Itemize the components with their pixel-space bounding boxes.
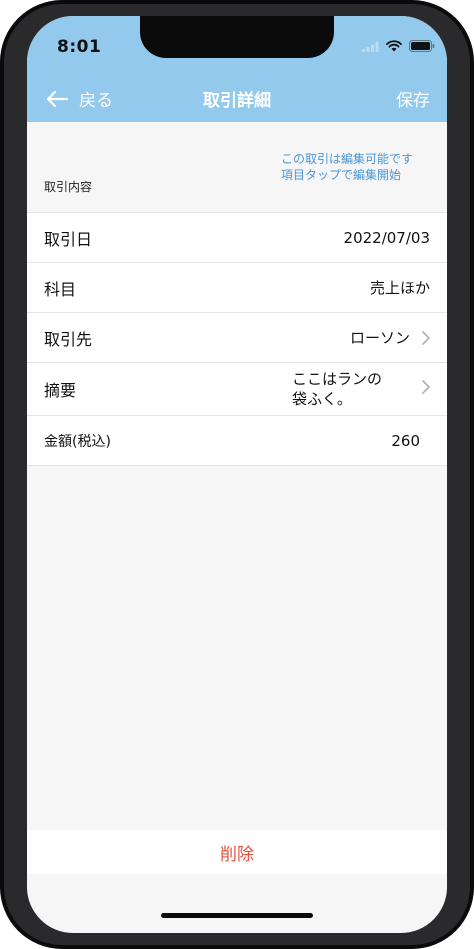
list-divider (27, 465, 447, 466)
memo-label: 摘要 (44, 381, 77, 400)
phone-frame: 8:01 戻る 取引詳細 保存 取引内容 この取引は編集可能です 項目タップで編… (0, 0, 474, 949)
memo-value-line2: 袋ふく。 (292, 390, 353, 408)
amount-value: 260 (391, 431, 420, 450)
edit-hint-line2: 項目タップで編集開始 (281, 168, 402, 182)
amount-label: 金額(税込) (44, 433, 111, 450)
partner-value: ローソン (349, 329, 410, 347)
transaction-fields: 取引日 2022/07/03 科目 売上ほか 取引先 ローソン 摘要 ここはラン… (27, 212, 447, 466)
date-label: 取引日 (44, 229, 93, 249)
date-row[interactable]: 取引日 2022/07/03 (27, 212, 447, 262)
section-label: 取引内容 (44, 180, 93, 194)
partner-label: 取引先 (44, 329, 93, 349)
amount-row[interactable]: 金額(税込) 260 (27, 415, 447, 465)
status-time: 8:01 (57, 37, 102, 57)
save-button[interactable]: 保存 (396, 86, 430, 111)
partner-row[interactable]: 取引先 ローソン (27, 312, 447, 362)
home-indicator[interactable] (161, 913, 313, 918)
chevron-right-icon (422, 379, 430, 398)
page-title: 取引詳細 (203, 91, 271, 111)
memo-value: ここはランの 袋ふく。 (292, 369, 412, 409)
memo-row[interactable]: 摘要 ここはランの 袋ふく。 (27, 362, 447, 415)
account-label: 科目 (44, 279, 77, 299)
signal-icon (362, 41, 379, 52)
account-row[interactable]: 科目 売上ほか (27, 262, 447, 312)
notch (140, 16, 334, 58)
edit-hint: この取引は編集可能です 項目タップで編集開始 (281, 151, 431, 183)
account-value: 売上ほか (369, 279, 430, 297)
memo-value-line1: ここはランの (292, 370, 383, 388)
edit-hint-line1: この取引は編集可能です (281, 152, 414, 166)
delete-label: 削除 (220, 844, 254, 865)
status-icons (362, 40, 435, 52)
chevron-right-icon (422, 330, 430, 345)
battery-icon (409, 40, 435, 52)
header-bar: 8:01 戻る 取引詳細 保存 (27, 16, 447, 122)
screen: 8:01 戻る 取引詳細 保存 取引内容 この取引は編集可能です 項目タップで編… (27, 16, 447, 933)
wifi-icon (386, 40, 402, 52)
date-value: 2022/07/03 (343, 228, 430, 247)
delete-button[interactable]: 削除 (27, 830, 447, 874)
